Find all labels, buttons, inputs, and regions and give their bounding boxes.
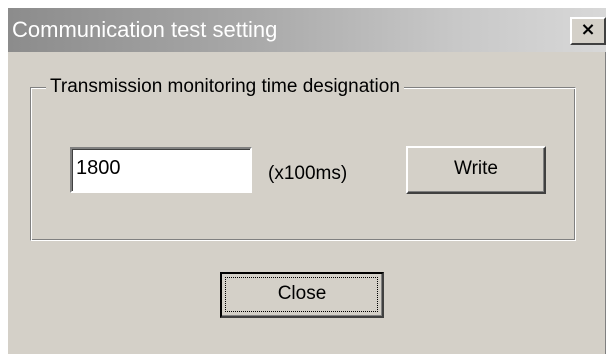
monitoring-time-field[interactable] <box>70 147 252 193</box>
unit-label: (x100ms) <box>268 163 348 184</box>
close-button[interactable]: Close <box>220 272 384 318</box>
dialog-title: Communication test setting <box>12 17 278 42</box>
close-icon[interactable]: × <box>570 17 606 45</box>
write-button[interactable]: Write <box>406 146 546 194</box>
monitoring-time-input[interactable] <box>76 155 236 181</box>
close-button-label: Close <box>277 283 327 304</box>
title-bar[interactable]: Communication test setting × <box>8 8 606 52</box>
group-legend: Transmission monitoring time designation <box>46 76 404 98</box>
